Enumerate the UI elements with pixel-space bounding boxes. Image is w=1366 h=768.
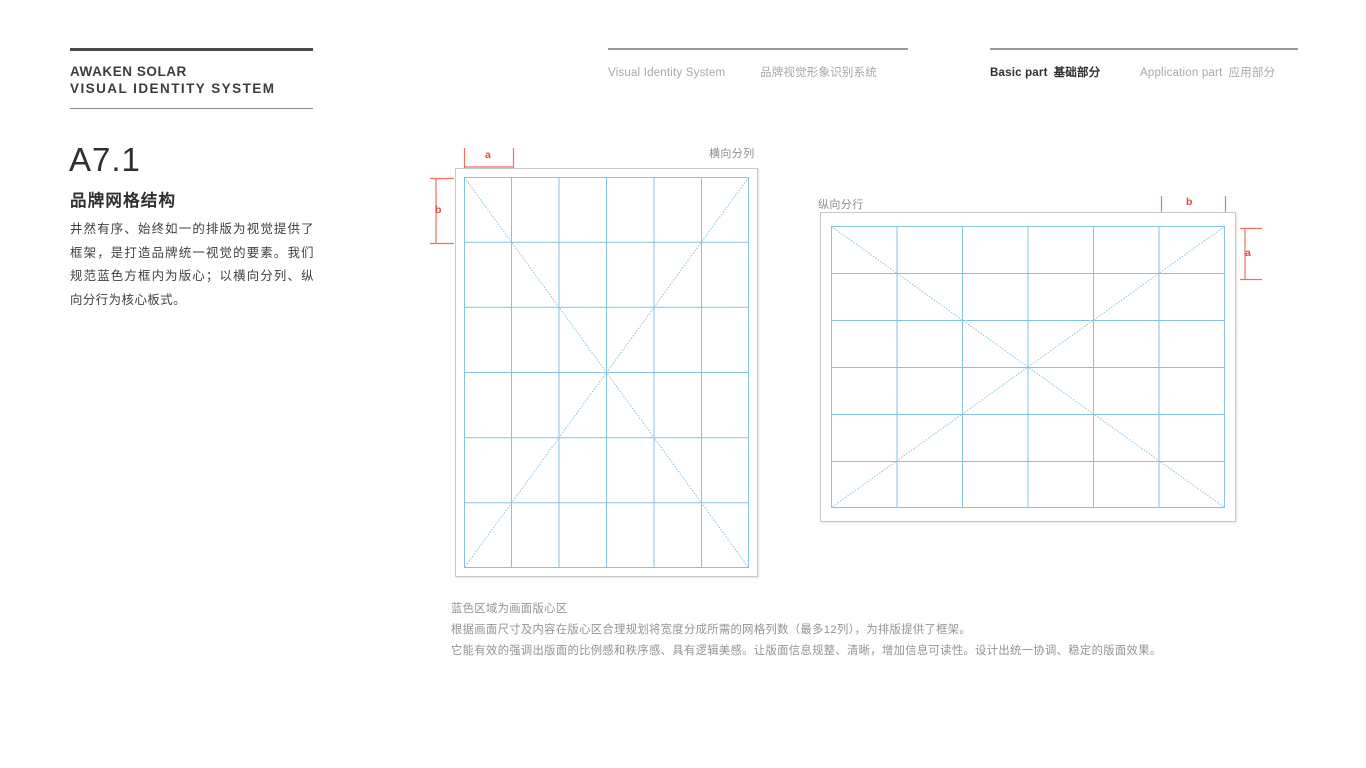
- nav-item-application-part[interactable]: Application part 应用部分: [1140, 64, 1275, 80]
- section-description: 井然有序、始终如一的排版为视觉提供了框架，是打造品牌统一视觉的要素。我们规范蓝色…: [70, 222, 314, 307]
- brand-name: AWAKEN SOLAR: [70, 64, 187, 79]
- nav-item-application-part-cn: 应用部分: [1228, 66, 1276, 79]
- note-line-2: 根据画面尺寸及内容在版心区合理规划将宽度分成所需的网格列数（最多12列），为排版…: [451, 624, 972, 636]
- nav-item-brand-vis-cn[interactable]: 品牌视觉形象识别系统: [760, 64, 877, 80]
- portrait-dimension-b-label: b: [435, 204, 442, 216]
- section-title: 品牌网格结构: [70, 192, 177, 210]
- portrait-dimension-b-marks: [430, 177, 454, 245]
- nav-item-basic-part[interactable]: Basic part 基础部分: [990, 64, 1140, 80]
- nav-group-left: Visual Identity System 品牌视觉形象识别系统: [608, 48, 908, 80]
- landscape-diagram-caption: 纵向分行: [818, 199, 864, 211]
- landscape-dimension-a-label: a: [1245, 247, 1251, 259]
- nav-item-application-part-en: Application part: [1140, 66, 1223, 79]
- section-code: A7.1: [69, 141, 141, 178]
- notes-block: 蓝色区域为画面版心区 根据画面尺寸及内容在版心区合理规划将宽度分成所需的网格列数…: [451, 599, 1331, 662]
- note-line-3: 它能有效的强调出版面的比例感和秩序感、具有逻辑美感。让版面信息规整、清晰，增加信…: [451, 645, 1162, 657]
- nav-item-visual-identity-system[interactable]: Visual Identity System: [608, 67, 760, 79]
- nav-item-label-cn: 品牌视觉形象识别系统: [760, 66, 877, 79]
- brand-rule-bottom: [70, 108, 313, 109]
- landscape-dimension-b-label: b: [1186, 196, 1193, 208]
- brand-block: AWAKEN SOLAR VISUAL IDENTITY SYSTEM: [70, 48, 313, 109]
- nav-group-right: Basic part 基础部分 Application part 应用部分: [990, 48, 1298, 80]
- nav-item-label-en: Visual Identity System: [608, 66, 726, 79]
- nav-item-basic-part-en: Basic part: [990, 66, 1048, 79]
- portrait-diagram-caption: 横向分列: [709, 148, 755, 160]
- brand-subtitle: VISUAL IDENTITY SYSTEM: [70, 81, 276, 96]
- portrait-dimension-a-label: a: [485, 149, 491, 161]
- landscape-grid-lines: [831, 226, 1225, 508]
- nav-item-basic-part-cn: 基础部分: [1053, 66, 1101, 79]
- portrait-grid-lines: [464, 177, 749, 568]
- note-line-1: 蓝色区域为画面版心区: [451, 603, 568, 615]
- landscape-dimension-a-marks: [1240, 227, 1262, 281]
